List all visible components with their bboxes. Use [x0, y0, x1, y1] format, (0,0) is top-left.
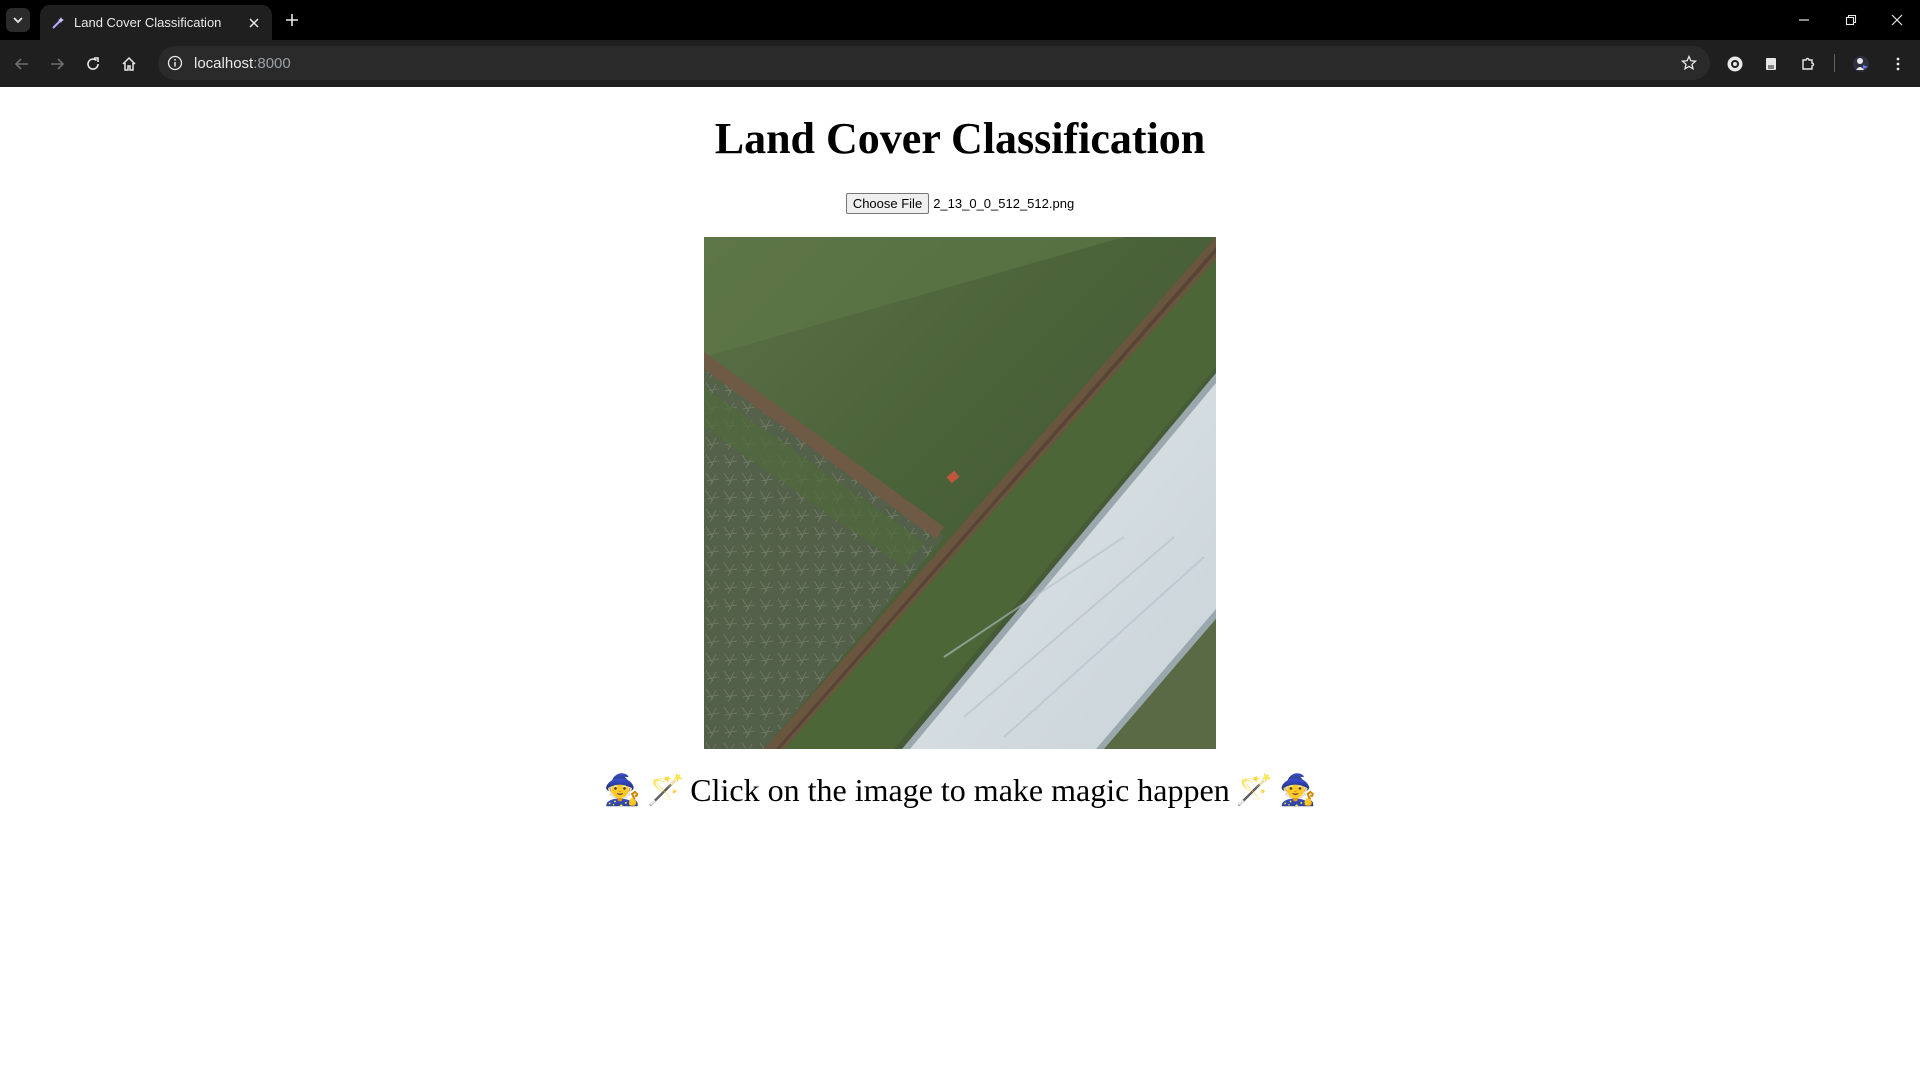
active-tab[interactable]: Land Cover Classification — [40, 5, 272, 40]
reload-button[interactable] — [81, 52, 105, 76]
reading-list-button[interactable] — [1759, 52, 1783, 76]
back-button[interactable] — [10, 52, 34, 76]
close-icon — [1891, 14, 1903, 26]
forward-button[interactable] — [45, 52, 69, 76]
magic-wand-icon — [50, 15, 66, 31]
profile-button[interactable] — [1849, 52, 1873, 76]
wizard-icon: 🧙 — [603, 774, 641, 807]
close-icon[interactable] — [244, 13, 264, 33]
page-title: Land Cover Classification — [714, 114, 1206, 163]
info-icon[interactable] — [166, 54, 184, 72]
kebab-menu-icon — [1896, 57, 1900, 71]
account-extension-button[interactable] — [1723, 52, 1747, 76]
home-button[interactable] — [117, 52, 141, 76]
aerial-photo — [704, 237, 1216, 749]
tab-title: Land Cover Classification — [74, 15, 222, 30]
minimize-icon — [1799, 19, 1809, 21]
tab-strip: Land Cover Classification — [0, 0, 1920, 40]
tab-search-button[interactable] — [6, 8, 30, 32]
file-input[interactable]: Choose File 2_13_0_0_512_512.png — [0, 193, 1920, 214]
address-bar[interactable]: localhost:8000 — [158, 46, 1710, 80]
menu-button[interactable] — [1886, 52, 1910, 76]
document-icon — [1766, 58, 1776, 70]
url-port: :8000 — [253, 55, 291, 72]
toolbar-divider — [1834, 54, 1835, 72]
chevron-down-icon — [13, 17, 23, 24]
file-name: 2_13_0_0_512_512.png — [933, 196, 1075, 211]
url-text: localhost:8000 — [194, 55, 291, 72]
magic-wand-icon: 🪄 — [1235, 774, 1274, 807]
magic-text: Click on the image to make magic happen — [690, 772, 1230, 808]
aerial-image[interactable] — [704, 237, 1216, 749]
extensions-button[interactable] — [1796, 52, 1820, 76]
choose-file-button[interactable]: Choose File — [845, 193, 930, 214]
wizard-icon: 🧙 — [1279, 774, 1317, 807]
google-lens-icon — [1727, 56, 1743, 72]
close-window-button[interactable] — [1885, 8, 1909, 32]
puzzle-icon — [1802, 57, 1815, 70]
magic-wand-icon: 🪄 — [646, 774, 685, 807]
restore-button[interactable] — [1839, 8, 1863, 32]
browser-toolbar: localhost:8000 — [0, 40, 1920, 87]
star-icon[interactable] — [1680, 54, 1698, 72]
reload-icon — [87, 57, 99, 70]
arrow-left-icon — [14, 58, 28, 70]
page-content: Land Cover Classification Choose File 2_… — [0, 87, 1920, 1080]
home-icon — [122, 56, 136, 71]
arrow-right-icon — [51, 58, 65, 70]
minimize-button[interactable] — [1792, 8, 1816, 32]
restore-icon — [1845, 14, 1857, 26]
plus-icon — [286, 14, 298, 26]
url-host: localhost — [194, 55, 254, 72]
avatar-icon — [1853, 56, 1869, 72]
new-tab-button[interactable] — [281, 9, 303, 31]
magic-instruction: 🧙 🪄 Click on the image to make magic hap… — [0, 772, 1920, 809]
